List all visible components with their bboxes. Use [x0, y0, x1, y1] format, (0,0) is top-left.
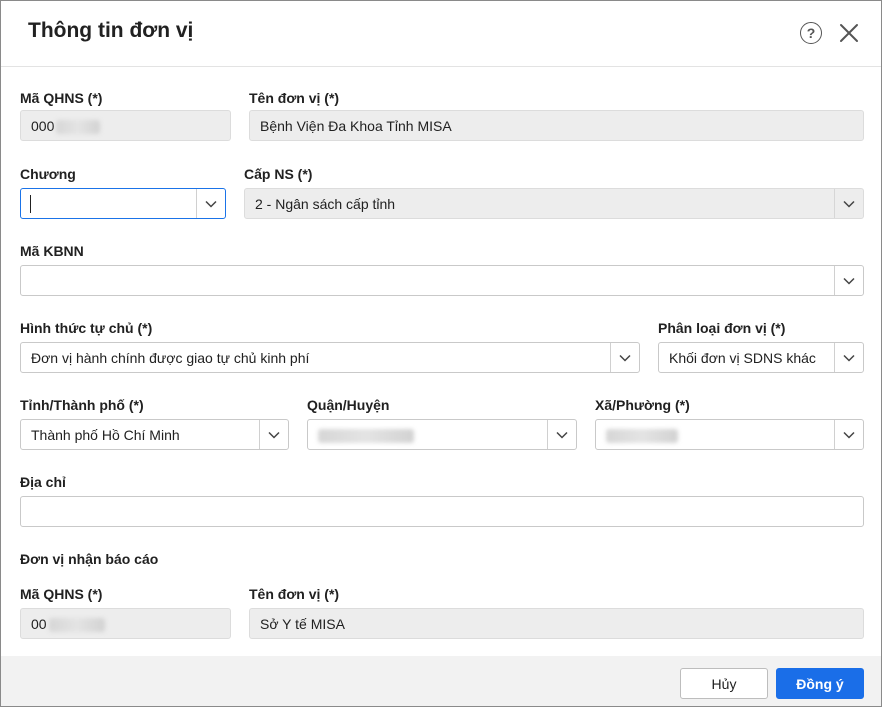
ma-qhns-label: Mã QHNS (*) [20, 90, 103, 106]
report-ma-qhns-label: Mã QHNS (*) [20, 586, 103, 602]
quan-label: Quận/Huyện [307, 397, 390, 413]
redacted-mask [48, 618, 105, 633]
hinh-thuc-tu-chu-select[interactable]: Đơn vị hành chính được giao tự chủ kinh … [20, 342, 640, 373]
hinh-thuc-tu-chu-label: Hình thức tự chủ (*) [20, 320, 153, 336]
report-ten-don-vi-field: Sở Y tế MISA [249, 608, 864, 639]
xa-select[interactable] [595, 419, 864, 450]
dialog-title: Thông tin đơn vị [28, 19, 194, 42]
report-ma-qhns-field: 00 [20, 608, 231, 639]
dia-chi-input[interactable] [20, 496, 864, 527]
chuong-select[interactable] [20, 188, 226, 219]
chevron-down-icon[interactable] [834, 266, 863, 295]
redacted-mask [318, 429, 414, 444]
report-ten-don-vi-value: Sở Y tế MISA [260, 616, 345, 632]
chevron-down-icon[interactable] [196, 189, 225, 218]
dialog-header: Thông tin đơn vị ? [1, 1, 881, 67]
close-icon[interactable] [837, 21, 861, 45]
help-icon[interactable]: ? [800, 22, 822, 44]
phan-loai-value: Khối đơn vị SDNS khác [669, 350, 816, 366]
redacted-mask [606, 429, 678, 444]
dia-chi-label: Địa chỉ [20, 474, 66, 490]
phan-loai-label: Phân loại đơn vị (*) [658, 320, 786, 336]
chevron-down-icon[interactable] [834, 189, 863, 218]
cap-ns-select[interactable]: 2 - Ngân sách cấp tỉnh [244, 188, 864, 219]
ma-kbnn-label: Mã KBNN [20, 243, 84, 259]
chuong-label: Chương [20, 166, 76, 182]
ma-kbnn-select[interactable] [20, 265, 864, 296]
report-ten-don-vi-label: Tên đơn vị (*) [249, 586, 340, 602]
report-ma-qhns-value: 00 [31, 616, 47, 632]
redacted-mask [56, 120, 101, 135]
tinh-value: Thành phố Hồ Chí Minh [31, 427, 180, 443]
ma-qhns-field: 000 [20, 110, 231, 141]
chevron-down-icon[interactable] [834, 420, 863, 449]
dialog-footer: Hủy Đồng ý [1, 656, 881, 706]
chevron-down-icon[interactable] [610, 343, 639, 372]
ten-don-vi-value: Bệnh Viện Đa Khoa Tỉnh MISA [260, 118, 452, 134]
cap-ns-value: 2 - Ngân sách cấp tỉnh [255, 196, 396, 212]
unit-info-dialog: Thông tin đơn vị ? Mã QHNS (*) 000 Tên đ… [0, 0, 882, 707]
phan-loai-select[interactable]: Khối đơn vị SDNS khác [658, 342, 864, 373]
ten-don-vi-label: Tên đơn vị (*) [249, 90, 340, 106]
text-caret [30, 195, 31, 213]
cancel-button[interactable]: Hủy [680, 668, 768, 699]
ma-qhns-value: 000 [31, 118, 55, 134]
chevron-down-icon[interactable] [547, 420, 576, 449]
chevron-down-icon[interactable] [259, 420, 288, 449]
chevron-down-icon[interactable] [834, 343, 863, 372]
tinh-select[interactable]: Thành phố Hồ Chí Minh [20, 419, 289, 450]
ok-button[interactable]: Đồng ý [776, 668, 864, 699]
ten-don-vi-field: Bệnh Viện Đa Khoa Tỉnh MISA [249, 110, 864, 141]
xa-label: Xã/Phường (*) [595, 397, 690, 413]
hinh-thuc-tu-chu-value: Đơn vị hành chính được giao tự chủ kinh … [31, 350, 310, 366]
tinh-label: Tỉnh/Thành phố (*) [20, 397, 144, 413]
report-section-title: Đơn vị nhận báo cáo [20, 551, 159, 567]
quan-select[interactable] [307, 419, 577, 450]
cap-ns-label: Cấp NS (*) [244, 166, 313, 182]
